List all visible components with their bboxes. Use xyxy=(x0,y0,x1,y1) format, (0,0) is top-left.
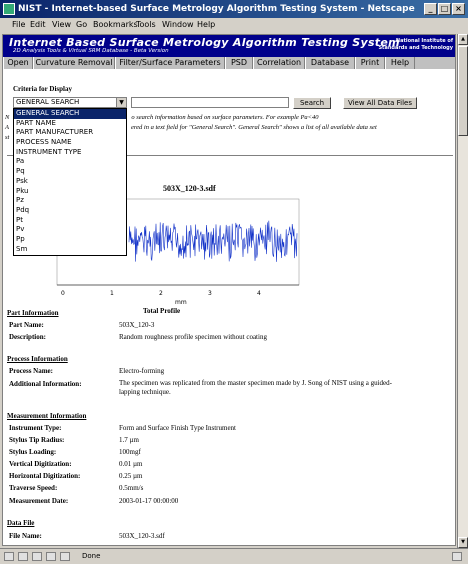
process-info-heading: Process Information xyxy=(7,355,68,363)
dropdown-option[interactable]: Pdq xyxy=(14,206,126,216)
measurement-value: 0.25 µm xyxy=(119,472,143,480)
file-name-value: 503X_120-3.sdf xyxy=(119,532,165,540)
tab-filter-surface-parameters[interactable]: Filter/Surface Parameters xyxy=(115,57,225,69)
x-tick-label: 1 xyxy=(110,290,114,297)
criteria-select[interactable]: GENERAL SEARCH ▼ xyxy=(13,97,127,108)
x-tick-label: 0 xyxy=(61,290,65,297)
measurement-value: 2003-01-17 00:00:00 xyxy=(119,497,179,505)
criteria-label: Criteria for Display xyxy=(13,85,72,93)
browser-window: NIST - Internet-based Surface Metrology … xyxy=(0,0,468,564)
address-book-icon[interactable] xyxy=(46,552,56,561)
measurement-value: 0.5mm/s xyxy=(119,484,144,492)
x-tick-label: 2 xyxy=(159,290,163,297)
measurement-label: Horizontal Digitization: xyxy=(9,472,81,480)
tab-database[interactable]: Database xyxy=(305,57,355,69)
measurement-label: Stylus Tip Radius: xyxy=(9,436,65,444)
tab-correlation[interactable]: Correlation xyxy=(253,57,305,69)
data-file-heading: Data File xyxy=(7,519,35,527)
file-name-label: File Name: xyxy=(9,532,42,540)
tab-psd[interactable]: PSD xyxy=(225,57,253,69)
tab-bar: Open Curvature Removal Filter/Surface Pa… xyxy=(3,57,455,69)
mail-icon[interactable] xyxy=(18,552,28,561)
search-button[interactable]: Search xyxy=(293,97,331,109)
menu-file[interactable]: File xyxy=(12,20,25,29)
process-name-label: Process Name: xyxy=(9,367,53,375)
part-info-heading: Part Information xyxy=(7,309,59,317)
tab-curvature-removal[interactable]: Curvature Removal xyxy=(33,57,115,69)
dropdown-option[interactable]: INSTRUMENT TYPE xyxy=(14,148,126,158)
view-all-data-files-button[interactable]: View All Data Files xyxy=(343,97,417,109)
minimize-button[interactable]: _ xyxy=(424,3,437,15)
composer-icon[interactable] xyxy=(32,552,42,561)
plot-title: 503X_120-3.sdf xyxy=(163,184,216,193)
title-bar: NIST - Internet-based Surface Metrology … xyxy=(0,0,468,18)
menu-bar: File Edit View Go Bookmarks Tools Window… xyxy=(0,18,468,32)
criteria-dropdown-list[interactable]: GENERAL SEARCH PART NAME PART MANUFACTURER… xyxy=(13,108,127,256)
part-name-label: Part Name: xyxy=(9,321,44,329)
dropdown-option[interactable]: Pa xyxy=(14,157,126,167)
scroll-up-icon[interactable]: ▲ xyxy=(458,34,468,45)
close-button[interactable]: × xyxy=(452,3,465,15)
x-tick-label: 4 xyxy=(257,290,261,297)
measurement-label: Stylus Loading: xyxy=(9,448,57,456)
dropdown-option[interactable]: Pku xyxy=(14,187,126,197)
page-content: Internet Based Surface Metrology Algorit… xyxy=(2,34,456,546)
dropdown-option[interactable]: PROCESS NAME xyxy=(14,138,126,148)
dropdown-option[interactable]: Pz xyxy=(14,196,126,206)
window-title: NIST - Internet-based Surface Metrology … xyxy=(18,4,415,14)
description-label: Description: xyxy=(9,333,46,341)
measurement-label: Vertical Digitization: xyxy=(9,460,72,468)
scroll-down-icon[interactable]: ▼ xyxy=(458,537,468,548)
x-tick-label: 3 xyxy=(208,290,212,297)
tab-help[interactable]: Help xyxy=(385,57,415,69)
additional-info-value: The specimen was replicated from the mas… xyxy=(119,379,392,396)
menu-help[interactable]: Help xyxy=(197,20,215,29)
navigator-icon[interactable] xyxy=(4,552,14,561)
measurement-value: 0.01 µm xyxy=(119,460,143,468)
maximize-button[interactable]: □ xyxy=(438,3,451,15)
measurement-value: 100mgf xyxy=(119,448,141,456)
dropdown-option[interactable]: Sm xyxy=(14,245,126,255)
menu-edit[interactable]: Edit xyxy=(30,20,46,29)
connection-icon xyxy=(60,552,70,561)
dropdown-option[interactable]: Pv xyxy=(14,225,126,235)
measurement-value: 1.7 µm xyxy=(119,436,139,444)
status-bar: Done xyxy=(0,548,468,564)
site-banner: Internet Based Surface Metrology Algorit… xyxy=(3,35,455,57)
nist-label: National Institute of Standards and Tech… xyxy=(378,38,453,51)
dropdown-option[interactable]: PART MANUFACTURER xyxy=(14,128,126,138)
dropdown-option[interactable]: PART NAME xyxy=(14,119,126,129)
menu-bookmarks[interactable]: Bookmarks xyxy=(93,20,138,29)
plot-xlabel: Total Profile xyxy=(143,307,181,315)
description-value: Random roughness profile specimen withou… xyxy=(119,333,267,341)
measurement-value: Form and Surface Finish Type Instrument xyxy=(119,424,237,432)
additional-info-label: Additional Information: xyxy=(9,380,82,388)
plot-unit: mm xyxy=(175,299,187,306)
vertical-scrollbar[interactable]: ▲ ▼ xyxy=(457,34,468,548)
process-name-value: Electro-forming xyxy=(119,367,165,375)
chevron-down-icon[interactable]: ▼ xyxy=(116,98,126,107)
part-name-value: 503X_120-3 xyxy=(119,321,155,329)
measurement-label: Traverse Speed: xyxy=(9,484,58,492)
menu-tools[interactable]: Tools xyxy=(136,20,156,29)
banner-subtitle: 2D Analysis Tools & Virtual SRM Database… xyxy=(13,48,169,54)
dropdown-option[interactable]: Pt xyxy=(14,216,126,226)
dropdown-option[interactable]: Pp xyxy=(14,235,126,245)
menu-go[interactable]: Go xyxy=(76,20,87,29)
scroll-thumb[interactable] xyxy=(458,46,468,136)
measurement-label: Measurement Date: xyxy=(9,497,69,505)
menu-window[interactable]: Window xyxy=(162,20,194,29)
tab-print[interactable]: Print xyxy=(355,57,385,69)
dropdown-option[interactable]: Psk xyxy=(14,177,126,187)
dropdown-option[interactable]: GENERAL SEARCH xyxy=(14,109,126,119)
menu-view[interactable]: View xyxy=(52,20,71,29)
tab-open[interactable]: Open xyxy=(3,57,33,69)
measurement-label: Instrument Type: xyxy=(9,424,62,432)
status-text: Done xyxy=(82,552,101,560)
netscape-icon xyxy=(3,3,15,15)
search-input[interactable] xyxy=(131,97,289,108)
dropdown-option[interactable]: Pq xyxy=(14,167,126,177)
security-lock-icon xyxy=(452,552,462,561)
measurement-info-heading: Measurement Information xyxy=(7,412,87,420)
